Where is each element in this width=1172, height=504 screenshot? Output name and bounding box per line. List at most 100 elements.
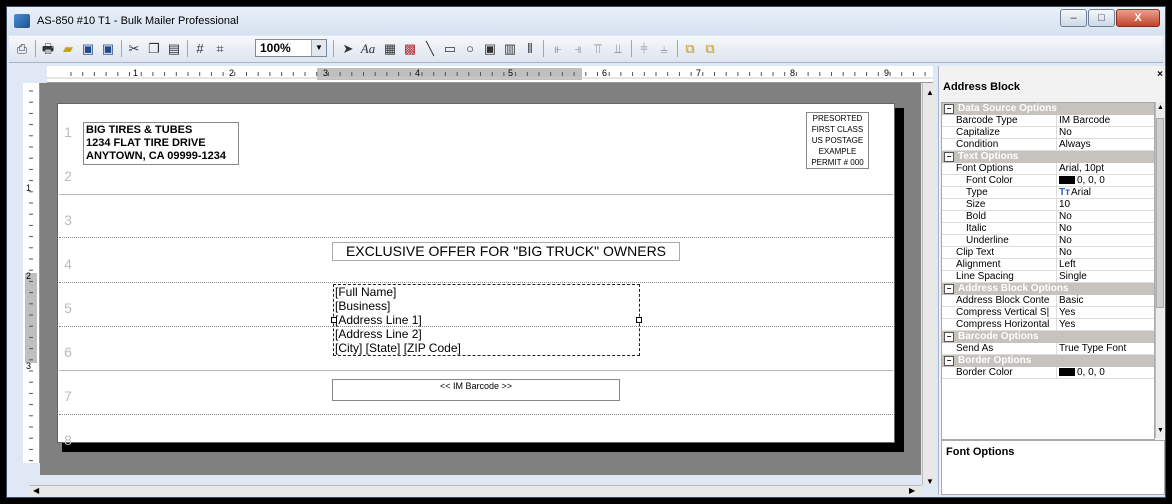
collapse-icon[interactable]: − (944, 152, 954, 162)
property-value[interactable]: 0, 0, 0 (1056, 367, 1154, 379)
align-left-icon[interactable]: ⫦ (549, 39, 567, 58)
scroll-right-icon[interactable]: ▶ (909, 486, 915, 495)
property-value[interactable]: TтArial (1056, 187, 1154, 199)
property-row[interactable]: Condition Always (942, 139, 1154, 151)
property-row[interactable]: Size 10 (942, 199, 1154, 211)
print-icon[interactable]: 🖶 (39, 39, 57, 58)
title-bar[interactable]: AS-850 #10 T1 - Bulk Mailer Professional… (7, 7, 1165, 35)
resize-handle-right[interactable] (636, 317, 642, 323)
property-row[interactable]: Underline No (942, 235, 1154, 247)
scroll-thumb[interactable] (1156, 118, 1164, 308)
property-row[interactable]: Font Color 0, 0, 0 (942, 175, 1154, 187)
line-tool-icon[interactable]: ╲ (421, 39, 439, 58)
property-value[interactable]: Always (1056, 139, 1154, 151)
picture-tool-icon[interactable]: ▣ (481, 39, 499, 58)
align-bottom-icon[interactable]: ⫫ (609, 39, 627, 58)
scroll-up-icon[interactable]: ▲ (926, 88, 934, 97)
zoom-select[interactable]: 100% ▼ (255, 39, 327, 57)
property-row[interactable]: Compress Vertical S| Yes (942, 307, 1154, 319)
property-row[interactable]: Font Options Arial, 10pt (942, 163, 1154, 175)
postage-permit[interactable]: PRESORTED FIRST CLASS US POSTAGE EXAMPLE… (806, 112, 869, 169)
address-block-icon[interactable]: ▦ (381, 39, 399, 58)
property-value[interactable]: Yes (1056, 319, 1154, 331)
property-grid-scrollbar[interactable]: ▲ ▼ (1155, 102, 1165, 438)
property-row[interactable]: Capitalize No (942, 127, 1154, 139)
center-horizontal-icon[interactable]: ⫩ (635, 39, 653, 58)
address-block[interactable]: [Full Name] [Business] [Address Line 1] … (331, 284, 642, 356)
close-button[interactable]: X (1116, 9, 1160, 27)
property-value[interactable]: 0, 0, 0 (1056, 175, 1154, 187)
property-value[interactable]: Yes (1056, 307, 1154, 319)
snap-grid-icon[interactable]: ⌗ (211, 39, 229, 58)
property-value[interactable]: No (1056, 247, 1154, 259)
envelope-page[interactable]: 1 2 3 4 5 6 7 8 BIG TIRES & TUBES 1234 F… (57, 103, 895, 448)
property-row[interactable]: Send As True Type Font (942, 343, 1154, 355)
collapse-icon[interactable]: − (944, 104, 954, 114)
rectangle-tool-icon[interactable]: ▭ (441, 39, 459, 58)
im-barcode-field[interactable]: << IM Barcode >> (332, 379, 620, 401)
resize-handle-left[interactable] (331, 317, 337, 323)
property-row[interactable]: Alignment Left (942, 259, 1154, 271)
vertical-scrollbar[interactable]: ▲ ▼ (922, 83, 936, 486)
property-value[interactable]: Arial, 10pt (1056, 163, 1154, 175)
property-category[interactable]: − Data Source Options (942, 103, 1154, 115)
scroll-left-icon[interactable]: ◀ (33, 486, 39, 495)
align-top-icon[interactable]: ⫪ (589, 39, 607, 58)
property-value[interactable]: No (1056, 235, 1154, 247)
property-value[interactable]: True Type Font (1056, 343, 1154, 355)
property-row[interactable]: Italic No (942, 223, 1154, 235)
property-category[interactable]: − Address Block Options (942, 283, 1154, 295)
ellipse-tool-icon[interactable]: ○ (461, 39, 479, 58)
print-preview-icon[interactable]: ⎙ (13, 39, 31, 58)
property-value[interactable]: 10 (1056, 199, 1154, 211)
property-category[interactable]: − Barcode Options (942, 331, 1154, 343)
collapse-icon[interactable]: − (944, 356, 954, 366)
horizontal-scrollbar[interactable]: ◀ ▶ (29, 485, 921, 497)
property-row[interactable]: Line Spacing Single (942, 271, 1154, 283)
property-value[interactable]: No (1056, 211, 1154, 223)
grid-icon[interactable]: # (191, 39, 209, 58)
property-value[interactable]: Left (1056, 259, 1154, 271)
cut-icon[interactable]: ✂ (125, 39, 143, 58)
copy-icon[interactable]: ❐ (145, 39, 163, 58)
save-icon[interactable]: ▣ (79, 39, 97, 58)
property-row[interactable]: Compress Horizontal Yes (942, 319, 1154, 331)
property-grid[interactable]: − Data Source Options Barcode Type IM Barco… (941, 102, 1155, 440)
property-category[interactable]: − Text Options (942, 151, 1154, 163)
property-row[interactable]: Type TтArial (942, 187, 1154, 199)
image-tool-icon[interactable]: ▩ (401, 39, 419, 58)
property-row[interactable]: Border Color 0, 0, 0 (942, 367, 1154, 379)
property-value[interactable]: No (1056, 223, 1154, 235)
paste-icon[interactable]: ▤ (165, 39, 183, 58)
close-panel-icon[interactable]: × (1157, 69, 1163, 80)
collapse-icon[interactable]: − (944, 332, 954, 342)
return-address[interactable]: BIG TIRES & TUBES 1234 FLAT TIRE DRIVE A… (83, 122, 239, 165)
property-value[interactable]: Single (1056, 271, 1154, 283)
property-value[interactable]: Basic (1056, 295, 1154, 307)
text-tool-icon[interactable]: Aa (359, 39, 377, 58)
property-category[interactable]: − Border Options (942, 355, 1154, 367)
minimize-button[interactable]: – (1060, 9, 1087, 27)
property-row[interactable]: Address Block Conte Basic (942, 295, 1154, 307)
chevron-down-icon[interactable]: ▼ (311, 40, 326, 56)
property-row[interactable]: Bold No (942, 211, 1154, 223)
scroll-up-icon[interactable]: ▲ (1157, 104, 1164, 111)
property-value[interactable]: IM Barcode (1056, 115, 1154, 127)
scroll-down-icon[interactable]: ▼ (1157, 427, 1164, 434)
property-row[interactable]: Barcode Type IM Barcode (942, 115, 1154, 127)
barcode-tool-icon[interactable]: ▥ (501, 39, 519, 58)
align-right-icon[interactable]: ⫣ (569, 39, 587, 58)
imb-tool-icon[interactable]: ⫴ (521, 39, 539, 58)
bring-to-front-icon[interactable]: ⧉ (681, 39, 699, 58)
open-icon[interactable]: ▰ (59, 39, 77, 58)
save-as-icon[interactable]: ▣ (99, 39, 117, 58)
property-value[interactable]: No (1056, 127, 1154, 139)
send-to-back-icon[interactable]: ⧉ (701, 39, 719, 58)
property-row[interactable]: Clip Text No (942, 247, 1154, 259)
maximize-button[interactable]: □ (1088, 9, 1115, 27)
collapse-icon[interactable]: − (944, 284, 954, 294)
scroll-down-icon[interactable]: ▼ (926, 477, 934, 486)
pointer-icon[interactable]: ➤ (339, 39, 357, 58)
center-vertical-icon[interactable]: ⫨ (655, 39, 673, 58)
offer-text[interactable]: EXCLUSIVE OFFER FOR "BIG TRUCK" OWNERS (332, 242, 680, 261)
